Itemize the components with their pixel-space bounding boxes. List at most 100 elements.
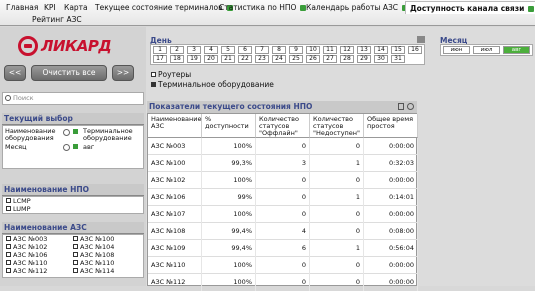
day-cell[interactable]: 6 [238,46,252,54]
search-icon[interactable] [63,129,70,136]
day-cell[interactable]: 1 [153,46,167,54]
day-cell[interactable]: 30 [374,55,388,63]
day-cell[interactable]: 4 [204,46,218,54]
tab-rating[interactable]: Рейтинг АЗС [28,13,86,26]
checkbox-icon[interactable] [73,244,78,249]
day-cell[interactable]: 15 [391,46,405,54]
table-row[interactable]: АЗС №112 100% 0 0 0:00:00 [148,274,418,291]
azs-item[interactable]: АЗС №100 [73,236,114,243]
clear-selection-icon[interactable] [73,144,78,149]
selection-value: авг [83,143,95,151]
search-icon [5,95,11,101]
azs-item[interactable]: АЗС №110 [73,260,114,267]
day-cell[interactable]: 17 [153,55,167,63]
table-header[interactable]: % доступности [202,114,256,138]
checkbox-icon[interactable] [6,244,11,249]
table-cell: АЗС №003 [148,138,202,155]
day-cell[interactable]: 2 [170,46,184,54]
table-header[interactable]: Количество статусов "Оффлайн" [256,114,310,138]
table-cell: 0:32:03 [364,155,418,172]
day-cell[interactable]: 8 [272,46,286,54]
table-cell: 0 [310,138,364,155]
table-row[interactable]: АЗС №107 100% 0 0 0:00:00 [148,206,418,223]
export-icon[interactable] [398,103,404,110]
table-header[interactable]: Общее время простоя [364,114,418,138]
day-cell[interactable]: 21 [221,55,235,63]
search-input[interactable]: Поиск [2,92,144,105]
day-cell[interactable]: 24 [272,55,286,63]
prev-button[interactable]: << [4,65,26,81]
table-row[interactable]: АЗС №003 100% 0 0 0:00:00 [148,138,418,155]
day-cell[interactable]: 23 [255,55,269,63]
day-cell[interactable]: 10 [306,46,320,54]
table-row[interactable]: АЗС №108 99,4% 4 0 0:08:00 [148,223,418,240]
azs-item[interactable]: АЗС №114 [73,268,114,275]
npo-title: Наименование НПО [2,184,144,196]
table-row[interactable]: АЗС №102 100% 0 0 0:00:00 [148,172,418,189]
checkbox-icon[interactable] [6,236,11,241]
day-cell[interactable]: 26 [306,55,320,63]
checkbox-icon[interactable] [73,268,78,273]
day-cell[interactable]: 13 [357,46,371,54]
day-cell[interactable]: 14 [374,46,388,54]
table-cell: 0:08:00 [364,223,418,240]
azs-item[interactable]: АЗС №104 [73,244,114,251]
day-cell[interactable]: 25 [289,55,303,63]
azs-item-label: АЗС №110 [13,259,48,267]
checkbox-icon[interactable] [6,206,11,211]
checkbox-icon[interactable] [151,72,156,77]
checkbox-icon[interactable] [6,198,11,203]
table-row[interactable]: АЗС №100 99,3% 3 1 0:32:03 [148,155,418,172]
day-cell[interactable]: 12 [340,46,354,54]
clear-selection-icon[interactable] [73,129,78,134]
filter-routers[interactable]: Роутеры [151,70,191,79]
next-button[interactable]: >> [112,65,134,81]
checkbox-icon[interactable] [73,236,78,241]
tab-calendar[interactable]: Календарь работы АЗС [302,1,412,14]
day-cell[interactable]: 5 [221,46,235,54]
day-cell[interactable]: 3 [187,46,201,54]
search-icon[interactable] [63,144,70,151]
table-row[interactable]: АЗС №110 100% 0 0 0:00:00 [148,257,418,274]
table-row[interactable]: АЗС №109 99,4% 6 1 0:56:04 [148,240,418,257]
checkbox-icon[interactable] [6,260,11,265]
azs-item[interactable]: АЗС №102 [6,244,47,251]
npo-item[interactable]: LCMP [6,198,31,205]
search-icon[interactable] [407,103,414,110]
table-cell: АЗС №108 [148,223,202,240]
table-header[interactable]: Наименование АЗС [148,114,202,138]
azs-item[interactable]: АЗС №003 [6,236,47,243]
clear-all-button[interactable]: Очистить все [31,65,107,81]
azs-item[interactable]: АЗС №106 [6,252,47,259]
azs-item[interactable]: АЗС №112 [6,268,47,275]
day-cell[interactable]: 22 [238,55,252,63]
filter-terminal[interactable]: Терминальное оборудование [151,80,274,89]
day-cell[interactable]: 7 [255,46,269,54]
npo-item[interactable]: LUMP [6,206,31,213]
checkbox-icon[interactable] [6,252,11,257]
table-header[interactable]: Количество статусов "Недоступен" [310,114,364,138]
checkbox-icon[interactable] [73,252,78,257]
day-cell[interactable]: 9 [289,46,303,54]
tab-npo-stats[interactable]: Статистика по НПО [215,1,310,14]
day-cell[interactable]: 19 [187,55,201,63]
day-cell[interactable]: 16 [408,46,422,54]
checkbox-icon[interactable] [6,268,11,273]
day-cell[interactable]: 11 [323,46,337,54]
day-cell[interactable]: 20 [204,55,218,63]
day-cell[interactable]: 28 [340,55,354,63]
azs-item[interactable]: АЗС №110 [6,260,47,267]
month-cell[interactable]: июл [473,46,500,54]
table-row[interactable]: АЗС №106 99% 0 1 0:14:01 [148,189,418,206]
month-cell[interactable]: июн [443,46,470,54]
month-cell-selected[interactable]: авг [503,46,530,54]
checkbox-checked-icon[interactable] [151,82,156,87]
day-cell[interactable]: 29 [357,55,371,63]
day-cell[interactable]: 27 [323,55,337,63]
day-cell[interactable]: 18 [170,55,184,63]
day-clear-icon[interactable] [417,36,425,43]
day-cell[interactable]: 31 [391,55,405,63]
tab-channel-availability[interactable]: Доступность канала связи [405,1,535,14]
checkbox-icon[interactable] [73,260,78,265]
azs-item[interactable]: АЗС №108 [73,252,114,259]
